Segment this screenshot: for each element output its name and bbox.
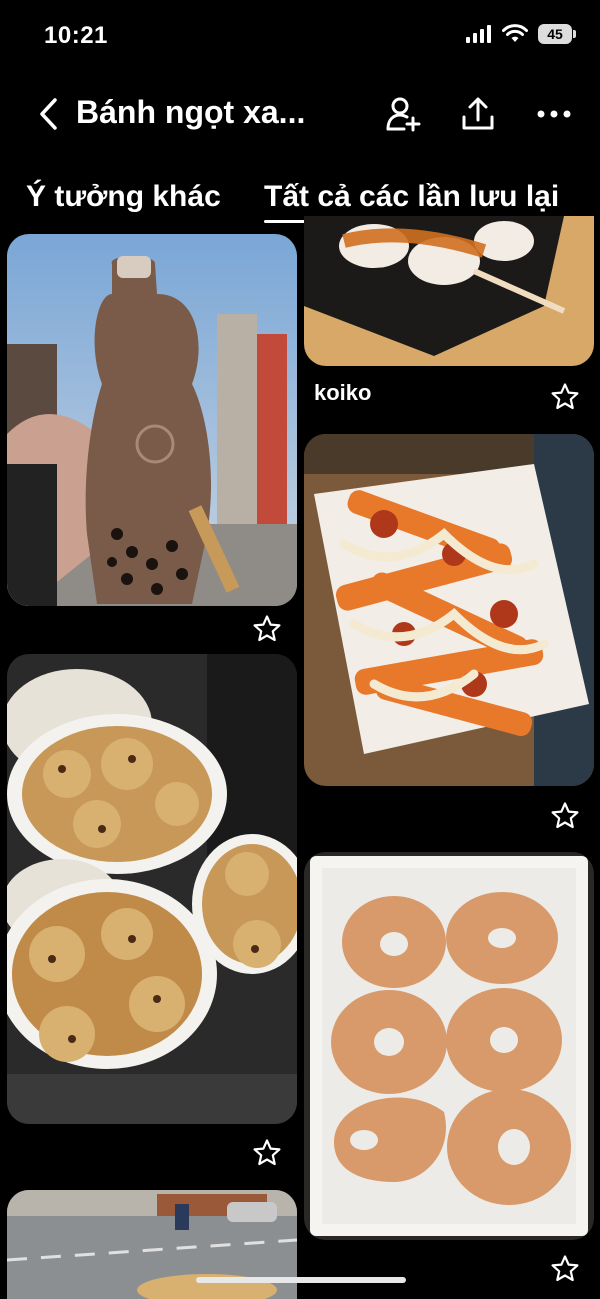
share-button[interactable] xyxy=(456,92,500,136)
save-star-button[interactable] xyxy=(548,1252,582,1286)
add-collaborator-button[interactable] xyxy=(382,92,426,136)
pin-cookies[interactable] xyxy=(7,654,297,1124)
share-icon xyxy=(462,97,494,130)
save-star-button[interactable] xyxy=(250,1136,284,1170)
chevron-left-icon xyxy=(40,98,57,130)
save-star-button[interactable] xyxy=(548,799,582,833)
pin-image-loaded-fries xyxy=(304,434,594,786)
star-icon xyxy=(551,802,579,829)
battery-icon: 45 xyxy=(538,24,576,44)
pin-donuts[interactable] xyxy=(304,852,594,1240)
add-collaborator-icon xyxy=(386,97,421,132)
star-icon xyxy=(253,1139,281,1166)
save-star-button[interactable] xyxy=(548,380,582,414)
tab-more-ideas[interactable]: Ý tưởng khác xyxy=(26,180,221,214)
pin-image-bubble-tea xyxy=(7,234,297,606)
pin-image-mochi-skewers xyxy=(304,216,594,366)
more-options-button[interactable] xyxy=(532,92,576,136)
pin-image-cookie-tubs xyxy=(7,654,297,1124)
tab-all-saves[interactable]: Tất cả các lần lưu lại xyxy=(264,180,559,214)
star-icon xyxy=(551,1255,579,1282)
pin-koiko[interactable] xyxy=(304,216,594,366)
back-button[interactable] xyxy=(30,92,66,136)
pin-image-glazed-donuts xyxy=(304,852,594,1240)
status-icons: 45 xyxy=(466,24,576,44)
more-icon xyxy=(537,110,571,118)
save-star-button[interactable] xyxy=(250,612,284,646)
star-icon xyxy=(253,615,281,642)
board-header: Bánh ngọt xa... xyxy=(0,74,600,154)
battery-level: 45 xyxy=(538,24,572,44)
cellular-signal-icon xyxy=(466,25,491,43)
board-title: Bánh ngọt xa... xyxy=(76,94,306,130)
pin-title-koiko: koiko xyxy=(314,380,372,405)
pin-bubble-tea[interactable] xyxy=(7,234,297,606)
star-icon xyxy=(551,383,579,410)
wifi-icon xyxy=(502,24,528,42)
status-bar: 10:21 45 xyxy=(0,0,600,74)
home-indicator xyxy=(196,1277,406,1283)
status-time: 10:21 xyxy=(44,22,108,49)
pin-loaded-fries[interactable] xyxy=(304,434,594,786)
